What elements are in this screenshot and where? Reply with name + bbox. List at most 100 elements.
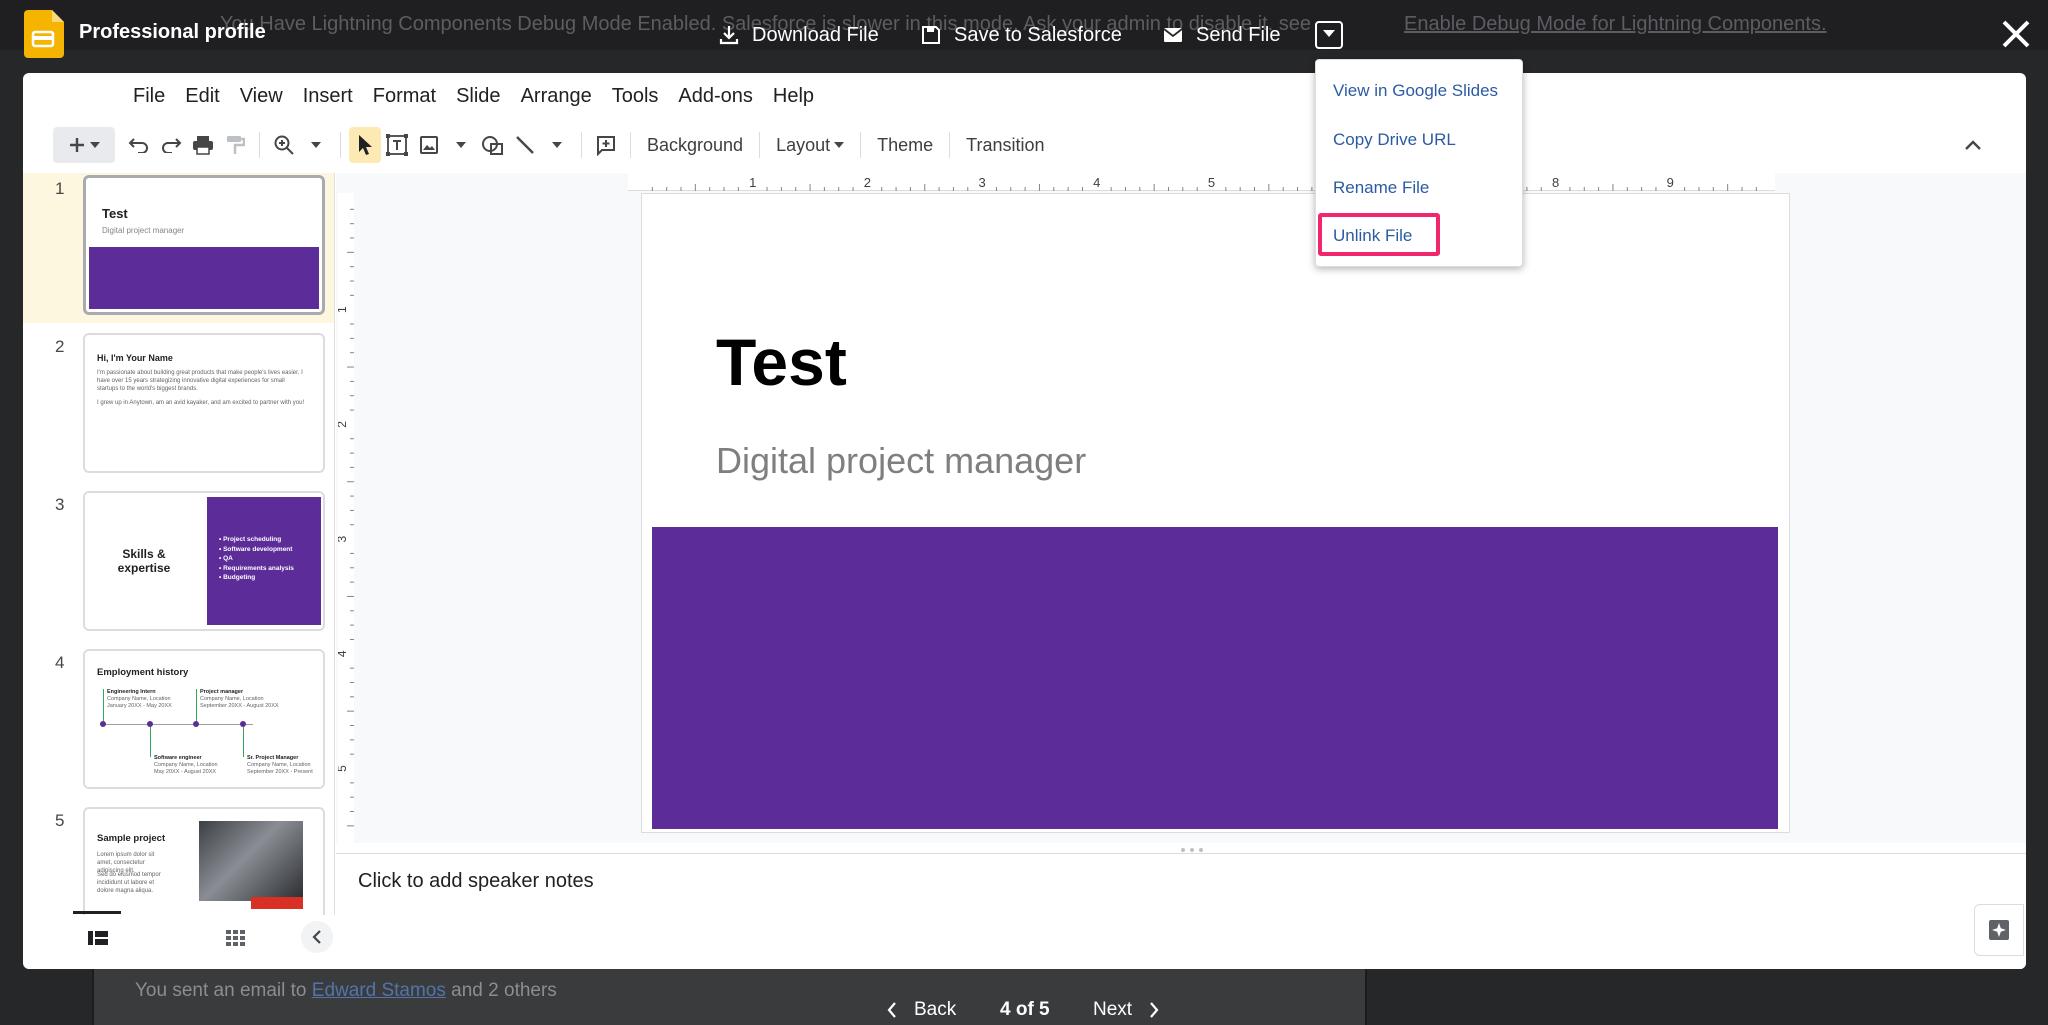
ruler-label: 9 bbox=[1667, 175, 1674, 190]
next-label: Next bbox=[1093, 999, 1133, 1020]
filmstrip-view-button[interactable] bbox=[85, 925, 111, 951]
send-file-button[interactable]: Send File bbox=[1162, 18, 1281, 52]
slide-number: 1 bbox=[55, 179, 65, 198]
filmstrip-slide-5[interactable]: 5 Sample project Lorem ipsum dolor sit a… bbox=[23, 805, 334, 915]
slide-thumbnail[interactable]: Sample project Lorem ipsum dolor sit ame… bbox=[83, 807, 325, 915]
thumb-job: Project manager Company Name, Location S… bbox=[200, 689, 279, 709]
undo-button[interactable] bbox=[123, 127, 155, 163]
slide-number: 2 bbox=[55, 337, 65, 356]
download-file-button[interactable]: Download File bbox=[718, 18, 879, 52]
line-menu-button[interactable] bbox=[541, 127, 573, 163]
thumb-job: Engineering Intern Company Name, Locatio… bbox=[107, 689, 172, 709]
slide-thumbnail[interactable]: Test Digital project manager bbox=[83, 175, 325, 315]
menu-slide[interactable]: Slide bbox=[446, 79, 510, 114]
horizontal-ruler: 123456789 bbox=[356, 173, 2026, 193]
view-in-google-slides-option[interactable]: View in Google Slides bbox=[1333, 81, 1498, 101]
close-icon bbox=[2002, 20, 2030, 48]
filmstrip-slide-2[interactable]: 2 Hi, I'm Your Name I'm passionate about… bbox=[23, 331, 334, 481]
slide-thumbnail[interactable]: Employment history Engineering Intern Co… bbox=[83, 649, 325, 789]
speaker-notes-input[interactable]: Click to add speaker notes bbox=[358, 870, 594, 893]
select-tool-button[interactable] bbox=[349, 127, 381, 163]
add-comment-icon bbox=[597, 136, 615, 156]
insert-image-button[interactable] bbox=[413, 127, 445, 163]
add-comment-button[interactable] bbox=[590, 127, 622, 163]
chevron-right-icon bbox=[1150, 1002, 1159, 1018]
download-icon bbox=[718, 24, 740, 46]
slide-title[interactable]: Test bbox=[716, 324, 847, 400]
theme-button[interactable]: Theme bbox=[869, 127, 941, 163]
layout-button[interactable]: Layout bbox=[768, 127, 852, 163]
menu-edit[interactable]: Edit bbox=[175, 79, 229, 114]
collapse-filmstrip-button[interactable] bbox=[301, 921, 333, 953]
thumb-bullet: • QA bbox=[219, 555, 233, 562]
plus-icon bbox=[70, 138, 84, 152]
save-to-salesforce-button[interactable]: Save to Salesforce bbox=[920, 18, 1122, 52]
background-button[interactable]: Background bbox=[639, 127, 751, 163]
filmstrip-slide-4[interactable]: 4 Employment history Engineering Intern … bbox=[23, 647, 334, 797]
menu-tools[interactable]: Tools bbox=[602, 79, 669, 114]
chevron-down-icon bbox=[311, 142, 321, 148]
menu-file[interactable]: File bbox=[123, 79, 175, 114]
image-menu-button[interactable] bbox=[445, 127, 477, 163]
thumb-bullet-list: • Project scheduling • Software developm… bbox=[219, 535, 294, 583]
paint-format-button[interactable] bbox=[219, 127, 251, 163]
slide-thumbnail[interactable]: Hi, I'm Your Name I'm passionate about b… bbox=[83, 333, 325, 473]
hide-menus-button[interactable] bbox=[1960, 133, 1986, 159]
thumb-body: I grew up in Anytown, am an avid kayaker… bbox=[97, 400, 305, 406]
slide-thumbnail[interactable]: Skills & expertise • Project scheduling … bbox=[83, 491, 325, 631]
more-actions-dropdown-button[interactable] bbox=[1315, 21, 1343, 49]
chevron-down-icon bbox=[90, 142, 100, 148]
unlink-file-option[interactable]: Unlink File bbox=[1333, 226, 1412, 246]
text-box-button[interactable] bbox=[381, 127, 413, 163]
menu-insert[interactable]: Insert bbox=[293, 79, 363, 114]
menu-add-ons[interactable]: Add-ons bbox=[668, 79, 763, 114]
horizontal-ruler-ticks: 123456789 bbox=[651, 175, 1757, 191]
menu-arrange[interactable]: Arrange bbox=[511, 79, 602, 114]
grid-view-icon bbox=[226, 930, 245, 946]
ruler-label: 8 bbox=[1552, 175, 1559, 190]
thumb-job: Sr. Project Manager Company Name, Locati… bbox=[247, 755, 313, 775]
shape-button[interactable] bbox=[477, 127, 509, 163]
current-slide[interactable]: Test Digital project manager bbox=[642, 194, 1789, 832]
notes-resize-handle[interactable] bbox=[1181, 848, 1203, 852]
close-preview-button[interactable] bbox=[2000, 18, 2032, 50]
zoom-menu-button[interactable] bbox=[300, 127, 332, 163]
grid-view-button[interactable] bbox=[223, 925, 249, 951]
ruler-label: 3 bbox=[338, 535, 349, 542]
line-button[interactable] bbox=[509, 127, 541, 163]
timeline-dot bbox=[100, 721, 106, 727]
print-button[interactable] bbox=[187, 127, 219, 163]
next-file-button[interactable]: Next bbox=[1093, 995, 1160, 1025]
toolbar-divider bbox=[949, 132, 951, 158]
thumb-title: Sample project bbox=[97, 833, 166, 844]
file-preview-header: Professional profile Download File Save … bbox=[0, 0, 2048, 68]
vertical-ruler: 1 2 3 4 5 bbox=[335, 193, 356, 843]
copy-drive-url-option[interactable]: Copy Drive URL bbox=[1333, 130, 1456, 150]
cursor-arrow-icon bbox=[359, 135, 372, 155]
ruler-label: 4 bbox=[1093, 175, 1100, 190]
vertical-ruler-ticks: 1 2 3 4 5 bbox=[335, 208, 354, 827]
rename-file-option[interactable]: Rename File bbox=[1333, 178, 1429, 198]
menu-format[interactable]: Format bbox=[363, 79, 446, 114]
chevron-left-icon bbox=[312, 930, 321, 944]
save-icon bbox=[920, 24, 942, 46]
email-suffix: and 2 others bbox=[451, 980, 557, 1001]
filmstrip-slide-1[interactable]: 1 Test Digital project manager bbox=[23, 173, 334, 323]
explore-icon bbox=[1989, 920, 2009, 940]
menu-view[interactable]: View bbox=[230, 79, 293, 114]
email-prefix: You sent an email to bbox=[135, 980, 307, 1001]
menu-help[interactable]: Help bbox=[763, 79, 824, 114]
transition-button[interactable]: Transition bbox=[958, 127, 1052, 163]
explore-button[interactable] bbox=[1974, 904, 2024, 956]
previous-file-button[interactable]: Back bbox=[886, 995, 956, 1025]
chevron-up-icon bbox=[1965, 140, 1981, 150]
thumb-accent-band bbox=[89, 247, 319, 309]
filmstrip-slide-3[interactable]: 3 Skills & expertise • Project schedulin… bbox=[23, 489, 334, 639]
zoom-button[interactable] bbox=[268, 127, 300, 163]
slide-number: 3 bbox=[55, 495, 65, 514]
redo-button[interactable] bbox=[155, 127, 187, 163]
new-slide-button[interactable] bbox=[53, 127, 115, 163]
timeline-dot bbox=[193, 721, 199, 727]
slide-accent-band[interactable] bbox=[652, 527, 1778, 829]
slide-subtitle[interactable]: Digital project manager bbox=[716, 440, 1086, 482]
